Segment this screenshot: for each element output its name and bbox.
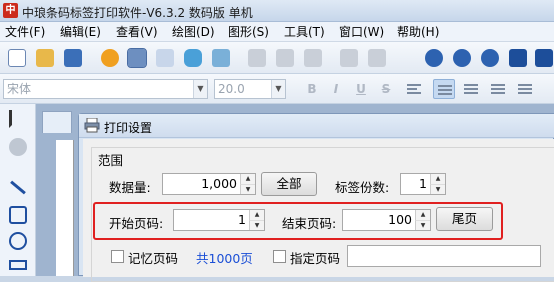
menu-draw[interactable]: 绘图(D) bbox=[172, 24, 215, 40]
print-icon[interactable] bbox=[127, 48, 147, 68]
font-name-value: 宋体 bbox=[7, 82, 32, 96]
zoom-fit-icon[interactable] bbox=[481, 49, 499, 67]
menu-view[interactable]: 查看(V) bbox=[116, 24, 158, 40]
title-bar: 中 中琅条码标签打印软件-V6.3.2 数码版 单机 bbox=[0, 0, 554, 22]
chevron-down-icon: ▼ bbox=[193, 80, 207, 98]
database-icon[interactable] bbox=[184, 49, 202, 67]
bold-button[interactable]: B bbox=[302, 80, 322, 98]
align-center-icon[interactable] bbox=[433, 79, 455, 99]
cut-icon[interactable] bbox=[248, 49, 266, 67]
underline-button[interactable]: U bbox=[351, 80, 371, 98]
align-right-icon[interactable] bbox=[460, 79, 482, 99]
select-arrow-icon[interactable] bbox=[9, 110, 27, 128]
open-folder-icon[interactable] bbox=[36, 49, 54, 67]
all-button[interactable]: 全部 bbox=[261, 172, 317, 196]
start-page-label: 开始页码: bbox=[109, 216, 164, 231]
menu-file[interactable]: 文件(F) bbox=[5, 24, 45, 40]
spin-up-icon[interactable]: ▲ bbox=[249, 210, 264, 220]
window-title: 中琅条码标签打印软件-V6.3.2 数码版 单机 bbox=[22, 6, 253, 20]
redo-icon[interactable] bbox=[368, 49, 386, 67]
dialog-title-bar[interactable]: 打印设置 bbox=[79, 114, 554, 138]
font-name-select[interactable]: 宋体 ▼ bbox=[3, 79, 208, 99]
copies-label: 标签份数: bbox=[335, 180, 390, 195]
app-logo-icon: 中 bbox=[3, 3, 18, 18]
specified-page-label: 指定页码 bbox=[290, 251, 341, 266]
chevron-down-icon: ▼ bbox=[271, 80, 285, 98]
align-left-icon[interactable] bbox=[403, 79, 425, 99]
remember-page-label: 记忆页码 bbox=[128, 251, 179, 266]
menu-edit[interactable]: 编辑(E) bbox=[60, 24, 101, 40]
rectangle-tool-icon[interactable] bbox=[9, 206, 27, 224]
start-page-stepper[interactable]: 1 ▲ ▼ bbox=[173, 209, 265, 231]
spin-down-icon[interactable]: ▼ bbox=[240, 184, 255, 194]
printer-icon bbox=[84, 117, 100, 133]
drawing-toolbox bbox=[0, 104, 36, 276]
ellipse-tool-icon[interactable] bbox=[9, 232, 27, 250]
print-preview-icon[interactable] bbox=[156, 49, 174, 67]
strikethrough-button[interactable]: S bbox=[376, 80, 396, 98]
new-file-icon[interactable] bbox=[8, 49, 26, 67]
format-toolbar: 宋体 ▼ 20.0 ▼ B I U S bbox=[0, 74, 554, 104]
italic-button[interactable]: I bbox=[326, 80, 346, 98]
total-pages-text: 共1000页 bbox=[196, 251, 253, 266]
menu-tools[interactable]: 工具(T) bbox=[284, 24, 325, 40]
remember-page-checkbox[interactable] bbox=[111, 250, 124, 263]
dialog-title: 打印设置 bbox=[104, 121, 153, 135]
data-source-icon[interactable] bbox=[212, 49, 230, 67]
zoom-out-icon[interactable] bbox=[453, 49, 471, 67]
main-toolbar bbox=[0, 42, 554, 74]
actual-size-icon[interactable] bbox=[535, 49, 553, 67]
range-group-label: 范围 bbox=[98, 153, 124, 168]
spin-up-icon[interactable]: ▲ bbox=[430, 174, 445, 184]
copies-value: 1 bbox=[419, 176, 427, 191]
copy-icon[interactable] bbox=[276, 49, 294, 67]
spin-up-icon[interactable]: ▲ bbox=[415, 210, 430, 220]
data-count-value: 1,000 bbox=[201, 176, 237, 191]
fit-page-icon[interactable] bbox=[509, 49, 527, 67]
menu-shape[interactable]: 图形(S) bbox=[228, 24, 269, 40]
menu-bar: 文件(F) 编辑(E) 查看(V) 绘图(D) 图形(S) 工具(T) 窗口(W… bbox=[0, 22, 554, 42]
spin-down-icon[interactable]: ▼ bbox=[415, 220, 430, 230]
paste-icon[interactable] bbox=[304, 49, 322, 67]
end-page-label: 结束页码: bbox=[282, 216, 337, 231]
save-icon[interactable] bbox=[64, 49, 82, 67]
menu-window[interactable]: 窗口(W) bbox=[339, 24, 384, 40]
start-page-value: 1 bbox=[238, 212, 246, 227]
last-page-button[interactable]: 尾页 bbox=[436, 207, 493, 231]
pan-tool-icon[interactable] bbox=[9, 138, 27, 156]
menu-help[interactable]: 帮助(H) bbox=[397, 24, 439, 40]
settings-gear-icon[interactable] bbox=[101, 49, 119, 67]
zoom-in-icon[interactable] bbox=[425, 49, 443, 67]
font-size-value: 20.0 bbox=[218, 82, 245, 96]
vertical-ruler bbox=[56, 140, 74, 276]
data-count-stepper[interactable]: 1,000 ▲ ▼ bbox=[162, 173, 256, 195]
document-tab[interactable] bbox=[42, 111, 72, 133]
data-count-label: 数据量: bbox=[109, 180, 151, 195]
font-size-select[interactable]: 20.0 ▼ bbox=[214, 79, 286, 99]
justify-icon[interactable] bbox=[487, 79, 509, 99]
undo-icon[interactable] bbox=[340, 49, 358, 67]
end-page-value: 100 bbox=[388, 212, 412, 227]
distribute-icon[interactable] bbox=[514, 79, 536, 99]
spin-down-icon[interactable]: ▼ bbox=[430, 184, 445, 194]
end-page-stepper[interactable]: 100 ▲ ▼ bbox=[342, 209, 431, 231]
shape-tool-icon[interactable] bbox=[9, 260, 27, 270]
specified-page-checkbox[interactable] bbox=[273, 250, 286, 263]
spin-down-icon[interactable]: ▼ bbox=[249, 220, 264, 230]
line-tool-icon[interactable] bbox=[10, 180, 26, 195]
specified-page-input[interactable] bbox=[347, 245, 541, 267]
spin-up-icon[interactable]: ▲ bbox=[240, 174, 255, 184]
copies-stepper[interactable]: 1 ▲ ▼ bbox=[400, 173, 446, 195]
